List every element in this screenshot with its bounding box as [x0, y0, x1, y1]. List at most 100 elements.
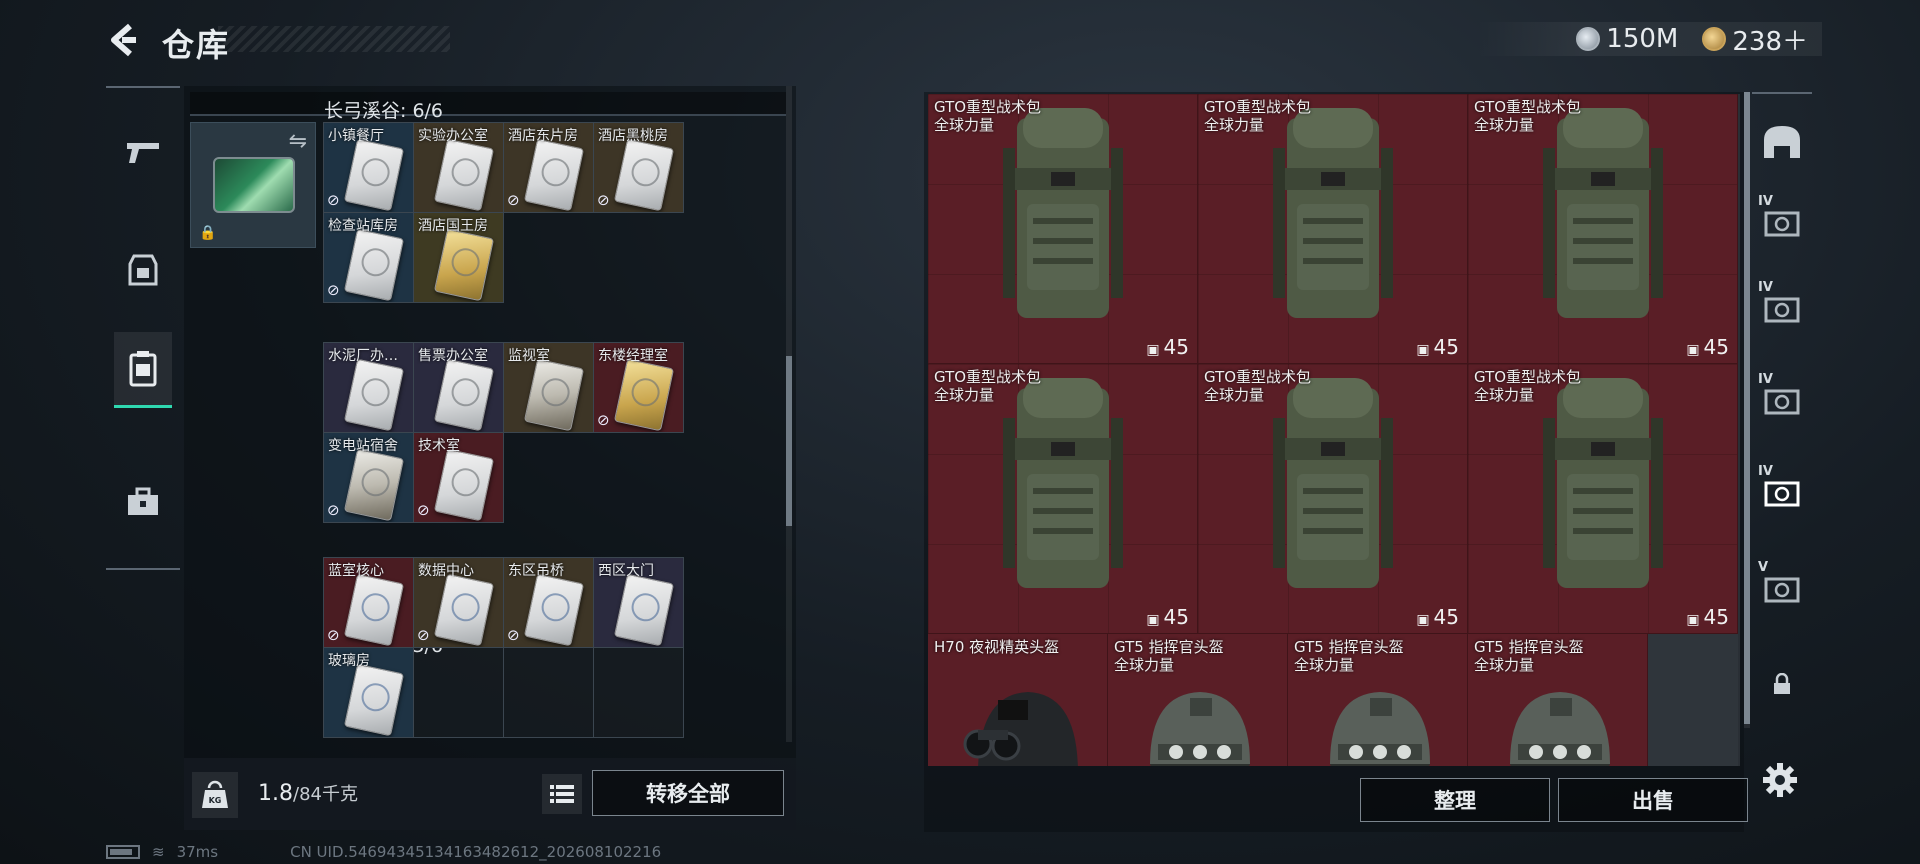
stash-item-backpack[interactable]: GTO重型战术包 全球力量 ▣ 45	[928, 364, 1198, 634]
toolbox-icon	[128, 487, 158, 515]
stash-item-helmet[interactable]: GT5 指挥官头盔 全球力量	[1468, 634, 1648, 766]
left-scrollbar[interactable]	[786, 86, 792, 742]
keycard-slot[interactable]: 变电站宿舍 ⊘	[324, 433, 414, 523]
backpack-image	[1003, 108, 1123, 318]
item-name-block: GTO重型战术包 全球力量	[1204, 368, 1311, 404]
list-icon	[550, 785, 574, 803]
item-capacity: ▣ 45	[1686, 605, 1729, 629]
stash-item-helmet[interactable]: H70 夜视精英头盔	[928, 634, 1108, 766]
keycard-slot[interactable]: 蓝室核心 ⊘	[324, 558, 414, 648]
silver-coin-icon	[1576, 27, 1601, 51]
no-drop-icon: ⊘	[327, 501, 340, 519]
no-drop-icon: ⊘	[327, 281, 340, 299]
currency-gold[interactable]: 238＋	[1702, 21, 1808, 58]
keycard-image	[343, 358, 405, 432]
keycard-image	[433, 573, 495, 647]
transfer-all-button[interactable]: 转移全部	[592, 770, 784, 816]
weight-current: 1.8	[258, 781, 293, 806]
item-subtitle: 全球力量	[1474, 656, 1535, 674]
keycard-name: 售票办公室	[418, 348, 488, 364]
page-title: 仓库	[162, 26, 231, 64]
keycard-slot[interactable]: 数据中心 ⊘	[414, 558, 504, 648]
region-title: 长弓溪谷: 6/6	[324, 100, 444, 122]
keycard-slot[interactable]: 西区大门	[594, 558, 684, 648]
keycard-slot[interactable]: 技术室 ⊘	[414, 433, 504, 523]
category-tools[interactable]	[114, 472, 172, 532]
item-name-block: GT5 指挥官头盔 全球力量	[1114, 638, 1224, 674]
list-view-button[interactable]	[542, 774, 582, 814]
keycard-slot[interactable]: 酒店黑桃房 ⊘	[594, 123, 684, 213]
stash-scrollbar[interactable]	[1744, 92, 1750, 728]
currency-silver[interactable]: 150M	[1576, 24, 1678, 54]
item-name-block: GTO重型战术包 全球力量	[1474, 98, 1581, 134]
back-button[interactable]	[104, 20, 144, 60]
keycard-image	[343, 228, 405, 302]
backpack-image	[1543, 108, 1663, 318]
settings-button[interactable]	[1756, 756, 1804, 804]
stash-item-backpack[interactable]: GTO重型战术包 全球力量 ▣ 45	[1468, 94, 1738, 364]
back-arrow-icon	[111, 23, 136, 57]
item-subtitle: 全球力量	[1204, 386, 1265, 404]
empty-slot	[1648, 634, 1738, 766]
panel-header-strip	[190, 92, 786, 116]
weight-capacity: /84千克	[293, 784, 358, 805]
key-container-image	[213, 157, 295, 213]
keycard-slot[interactable]: 东楼经理室 ⊘	[594, 343, 684, 433]
rifle-icon	[127, 143, 159, 163]
stash-item-backpack[interactable]: GTO重型战术包 全球力量 ▣ 45	[1468, 364, 1738, 634]
no-drop-icon: ⊘	[327, 191, 340, 209]
keycard-slot[interactable]: 水泥厂办…	[324, 343, 414, 433]
category-weapons[interactable]	[114, 122, 172, 182]
keycard-image	[613, 573, 675, 647]
keycard-slot[interactable]: 小镇餐厅 ⊘	[324, 123, 414, 213]
key-container-slot[interactable]: ⇋ 🔒	[190, 122, 316, 248]
stash-grid: GTO重型战术包 全球力量 ▣ 45 GTO重型战术包 全球力量 ▣ 45 GTO重型战术包…	[928, 94, 1740, 766]
keycard-slot[interactable]: 酒店国王房	[414, 213, 504, 303]
region-keycard-grid: 水泥厂办… 售票办公室 监视室 东楼经理室 ⊘ 变电站宿舍 ⊘ 技术室 ⊘	[323, 342, 684, 523]
tier-iv-bag-icon	[1764, 211, 1800, 237]
sort-button[interactable]: 整理	[1360, 778, 1550, 822]
tier-iv-safe-icon	[1764, 297, 1800, 323]
battery-icon	[106, 845, 140, 859]
item-capacity-value: 45	[1163, 335, 1189, 359]
item-name: GTO重型战术包	[934, 368, 1042, 386]
stash-page-5[interactable]: IV	[1758, 464, 1806, 520]
keycard-slot[interactable]: 检查站库房 ⊘	[324, 213, 414, 303]
stash-scrollbar-thumb[interactable]	[1744, 92, 1750, 724]
keycard-slot[interactable]: 实验办公室	[414, 123, 504, 213]
item-capacity-value: 45	[1163, 605, 1189, 629]
keycard-slot[interactable]: 玻璃房	[324, 648, 414, 738]
item-capacity: ▣ 45	[1686, 335, 1729, 359]
backpack-capacity-icon: ▣	[1686, 612, 1700, 628]
keycard-slot[interactable]: 东区吊桥 ⊘	[504, 558, 594, 648]
keycard-slot[interactable]: 售票办公室	[414, 343, 504, 433]
no-drop-icon: ⊘	[597, 191, 610, 209]
stash-item-backpack[interactable]: GTO重型战术包 全球力量 ▣ 45	[1198, 94, 1468, 364]
keycard-name: 监视室	[508, 348, 550, 364]
currency-silver-value: 150M	[1606, 24, 1679, 54]
stash-item-helmet[interactable]: GT5 指挥官头盔 全球力量	[1108, 634, 1288, 766]
keycard-image	[433, 448, 495, 522]
stash-page-3[interactable]: IV	[1758, 280, 1806, 336]
keycard-slot[interactable]: 监视室	[504, 343, 594, 433]
category-gear[interactable]	[114, 240, 172, 300]
stash-page-4[interactable]: IV	[1758, 372, 1806, 428]
category-keys[interactable]	[114, 332, 172, 408]
stash-item-helmet[interactable]: GT5 指挥官头盔 全球力量	[1288, 634, 1468, 766]
stash-page-6[interactable]: V	[1758, 560, 1806, 616]
keycard-image	[523, 358, 585, 432]
left-scrollbar-thumb[interactable]	[786, 356, 792, 526]
stash-page-7[interactable]	[1758, 656, 1806, 712]
stash-page-1[interactable]	[1758, 114, 1806, 170]
stash-item-backpack[interactable]: GTO重型战术包 全球力量 ▣ 45	[1198, 364, 1468, 634]
item-name-block: GTO重型战术包 全球力量	[934, 98, 1041, 134]
keycard-name: 东区吊桥	[508, 563, 564, 579]
sell-button[interactable]: 出售	[1558, 778, 1748, 822]
item-name: GTO重型战术包	[1204, 98, 1312, 116]
keycard-slot[interactable]: 酒店东片房 ⊘	[504, 123, 594, 213]
item-capacity: ▣ 45	[1416, 605, 1459, 629]
swap-arrows-icon[interactable]: ⇋	[289, 129, 307, 154]
stash-page-2[interactable]: IV	[1758, 194, 1806, 250]
stash-item-backpack[interactable]: GTO重型战术包 全球力量 ▣ 45	[928, 94, 1198, 364]
item-subtitle: 全球力量	[934, 116, 995, 134]
